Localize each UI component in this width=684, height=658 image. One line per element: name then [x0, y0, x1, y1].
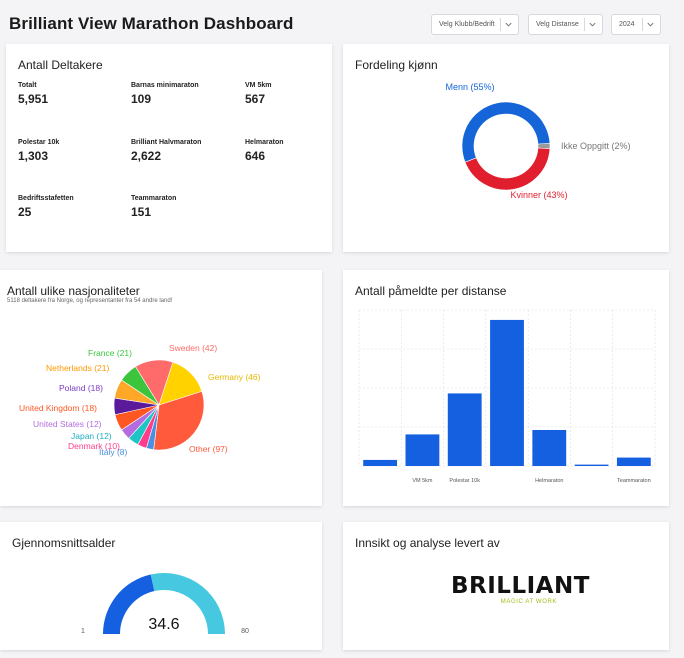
- participants-card: Antall Deltakere Totalt 5,951 Barnas min…: [6, 44, 332, 252]
- stat-value: 109: [131, 92, 152, 106]
- divider: [642, 18, 643, 31]
- gauge-fill: [103, 574, 155, 634]
- stat-label: Totalt: [18, 82, 37, 89]
- stat-label: Helmaraton: [245, 139, 284, 146]
- bar: [405, 434, 440, 466]
- donut-slice: [464, 147, 551, 191]
- pie-label: France (21): [88, 348, 132, 358]
- donut-slice: [461, 101, 551, 163]
- pie-label: Germany (46): [208, 372, 261, 382]
- slice-label: Menn (55%): [445, 82, 494, 92]
- stat-value: 151: [131, 205, 152, 219]
- distance-bar-chart: VM 5km Polestar 10k Helmaraton Teammaraton: [358, 309, 656, 484]
- stat-label: Barnas minimaraton: [131, 82, 199, 89]
- stat-label: Polestar 10k: [18, 139, 60, 146]
- chevron-down-icon: [505, 22, 512, 27]
- year-filter-label: 2024: [619, 21, 635, 28]
- year-filter-dropdown[interactable]: 2024: [611, 14, 661, 35]
- pie-label: United States (12): [33, 419, 102, 429]
- chevron-down-icon: [589, 22, 596, 27]
- club-filter-label: Velg Klubb/Bedrift: [439, 21, 495, 28]
- stat-teammaraton: Teammaraton 151: [131, 195, 176, 219]
- stat-minimaraton: Barnas minimaraton 109: [131, 82, 199, 106]
- stat-label: Teammaraton: [131, 195, 177, 202]
- bar: [532, 430, 567, 466]
- gender-card: Fordeling kjønn Menn (55%) Kvinner (43%) I…: [343, 44, 669, 252]
- distance-filter-dropdown[interactable]: Velg Distanse: [528, 14, 603, 35]
- stat-value: 25: [18, 205, 32, 219]
- tick-label: Helmaraton: [535, 478, 563, 484]
- pie-label: United Kingdom (18): [19, 403, 97, 413]
- pie-label: Denmark (10): [68, 441, 120, 451]
- bar: [490, 319, 524, 466]
- stat-value: 5,951: [18, 92, 49, 106]
- logo-text: BRILLIANT: [451, 573, 590, 599]
- tick-label: VM 5km: [412, 478, 433, 484]
- bar: [616, 457, 651, 466]
- age-gauge: 34.6 1 80: [81, 573, 249, 635]
- age-card: Gjennomsnittsalder 34.6 1 80: [0, 522, 322, 650]
- tick-label: Polestar 10k: [449, 478, 480, 484]
- logo-tagline: MAGIC AT WORK: [500, 599, 557, 605]
- nationalities-pie-chart: Sweden (42)Germany (46)Other (97)Italy (…: [19, 343, 261, 457]
- page-title: Brilliant View Marathon Dashboard: [9, 14, 294, 33]
- pie-label: Sweden (42): [169, 343, 217, 353]
- stat-label: VM 5km: [245, 82, 272, 89]
- stat-value: 2,622: [131, 149, 162, 163]
- stat-total: Totalt 5,951: [18, 82, 48, 106]
- stat-value: 646: [245, 149, 266, 163]
- slice-label: Kvinner (43%): [510, 190, 567, 200]
- nationalities-card: Antall ulike nasjonaliteter 5118 deltake…: [0, 270, 322, 506]
- pie-label: Netherlands (21): [46, 363, 109, 373]
- gauge-min-label: 1: [81, 628, 85, 635]
- bar: [363, 459, 398, 466]
- tick-label: Teammaraton: [617, 478, 651, 484]
- stat-value: 1,303: [18, 149, 49, 163]
- insights-card: Innsikt og analyse levert av BRILLIANT M…: [343, 522, 669, 650]
- bar: [574, 464, 609, 466]
- stat-label: Bedriftsstafetten: [18, 195, 74, 202]
- chevron-down-icon: [647, 22, 654, 27]
- divider: [500, 18, 501, 31]
- gauge-value: 34.6: [148, 616, 179, 633]
- club-filter-dropdown[interactable]: Velg Klubb/Bedrift: [431, 14, 519, 35]
- brilliant-logo: BRILLIANT MAGIC AT WORK: [451, 573, 590, 605]
- stat-polestar10k: Polestar 10k 1,303: [18, 139, 59, 163]
- participants-title: Antall Deltakere: [18, 58, 103, 72]
- insights-title: Innsikt og analyse levert av: [355, 536, 500, 550]
- pie-label: Other (97): [189, 444, 228, 454]
- stat-helmaraton: Helmaraton 646: [245, 139, 284, 163]
- stat-value: 567: [245, 92, 266, 106]
- distance-filter-label: Velg Distanse: [536, 21, 579, 28]
- pie-label: Japan (12): [71, 431, 112, 441]
- slice-label: Ikke Oppgitt (2%): [561, 141, 631, 151]
- divider: [584, 18, 585, 31]
- distance-card: Antall påmeldte per distanse VM 5km Poles…: [343, 270, 669, 506]
- gender-donut-chart: Menn (55%) Kvinner (43%) Ikke Oppgitt (2%): [445, 82, 631, 200]
- pie-label: Poland (18): [59, 383, 103, 393]
- gauge-max-label: 80: [241, 628, 249, 635]
- bar: [447, 393, 482, 466]
- stat-bedriftsstafetten: Bedriftsstafetten 25: [18, 195, 74, 219]
- stat-halvmaraton: Brilliant Halvmaraton 2,622: [131, 139, 201, 163]
- stat-label: Brilliant Halvmaraton: [131, 139, 202, 146]
- stat-vm5km: VM 5km 567: [245, 82, 271, 106]
